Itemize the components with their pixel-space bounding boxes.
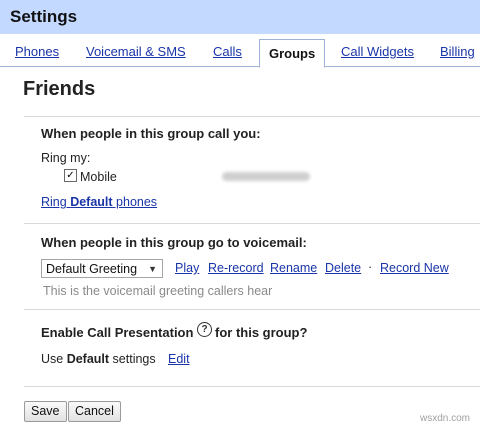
edit-link[interactable]: Edit <box>168 352 190 366</box>
tab-voicemail-sms[interactable]: Voicemail & SMS <box>86 44 186 59</box>
watermark: wsxdn.com <box>420 413 471 424</box>
help-icon[interactable]: ? <box>197 322 212 337</box>
settings-header: Settings <box>0 0 480 34</box>
tab-call-widgets[interactable]: Call Widgets <box>341 44 414 59</box>
divider <box>24 309 480 310</box>
divider <box>24 223 480 224</box>
obscured-phone-number <box>222 172 310 181</box>
greeting-select-value: Default Greeting <box>46 262 138 276</box>
tab-phones[interactable]: Phones <box>15 44 59 59</box>
tab-groups[interactable]: Groups <box>259 39 326 68</box>
divider <box>24 116 480 117</box>
divider <box>24 386 480 387</box>
ring-my-label: Ring my: <box>41 151 91 165</box>
presentation-section-title-prefix: Enable Call Presentation <box>41 325 194 340</box>
call-section-title: When people in this group call you: <box>41 126 261 141</box>
action-separator: · <box>368 260 373 274</box>
tab-bar: Phones Voicemail & SMS Calls Groups Call… <box>0 34 480 68</box>
play-link[interactable]: Play <box>175 261 199 275</box>
save-button[interactable]: Save <box>24 401 67 422</box>
settings-title: Settings <box>10 7 78 26</box>
record-new-link[interactable]: Record New <box>380 261 449 275</box>
greeting-hint: This is the voicemail greeting callers h… <box>43 284 273 298</box>
tab-calls[interactable]: Calls <box>213 44 242 59</box>
mobile-checkbox[interactable]: ✓ <box>64 169 77 182</box>
presentation-section-title-suffix: for this group? <box>215 325 308 340</box>
greeting-select[interactable]: Default Greeting ▼ <box>41 259 163 278</box>
cancel-button[interactable]: Cancel <box>68 401 121 422</box>
mobile-label: Mobile <box>80 170 117 184</box>
chevron-down-icon: ▼ <box>148 264 157 274</box>
use-default-settings-text: Use Default settings <box>41 352 156 366</box>
tab-billing[interactable]: Billing <box>440 44 475 59</box>
rename-link[interactable]: Rename <box>270 261 317 275</box>
re-record-link[interactable]: Re-record <box>208 261 264 275</box>
delete-link[interactable]: Delete <box>325 261 361 275</box>
voicemail-section-title: When people in this group go to voicemai… <box>41 235 307 250</box>
ring-default-phones-link[interactable]: Ring Default phones <box>41 195 157 209</box>
group-title: Friends <box>23 78 96 100</box>
